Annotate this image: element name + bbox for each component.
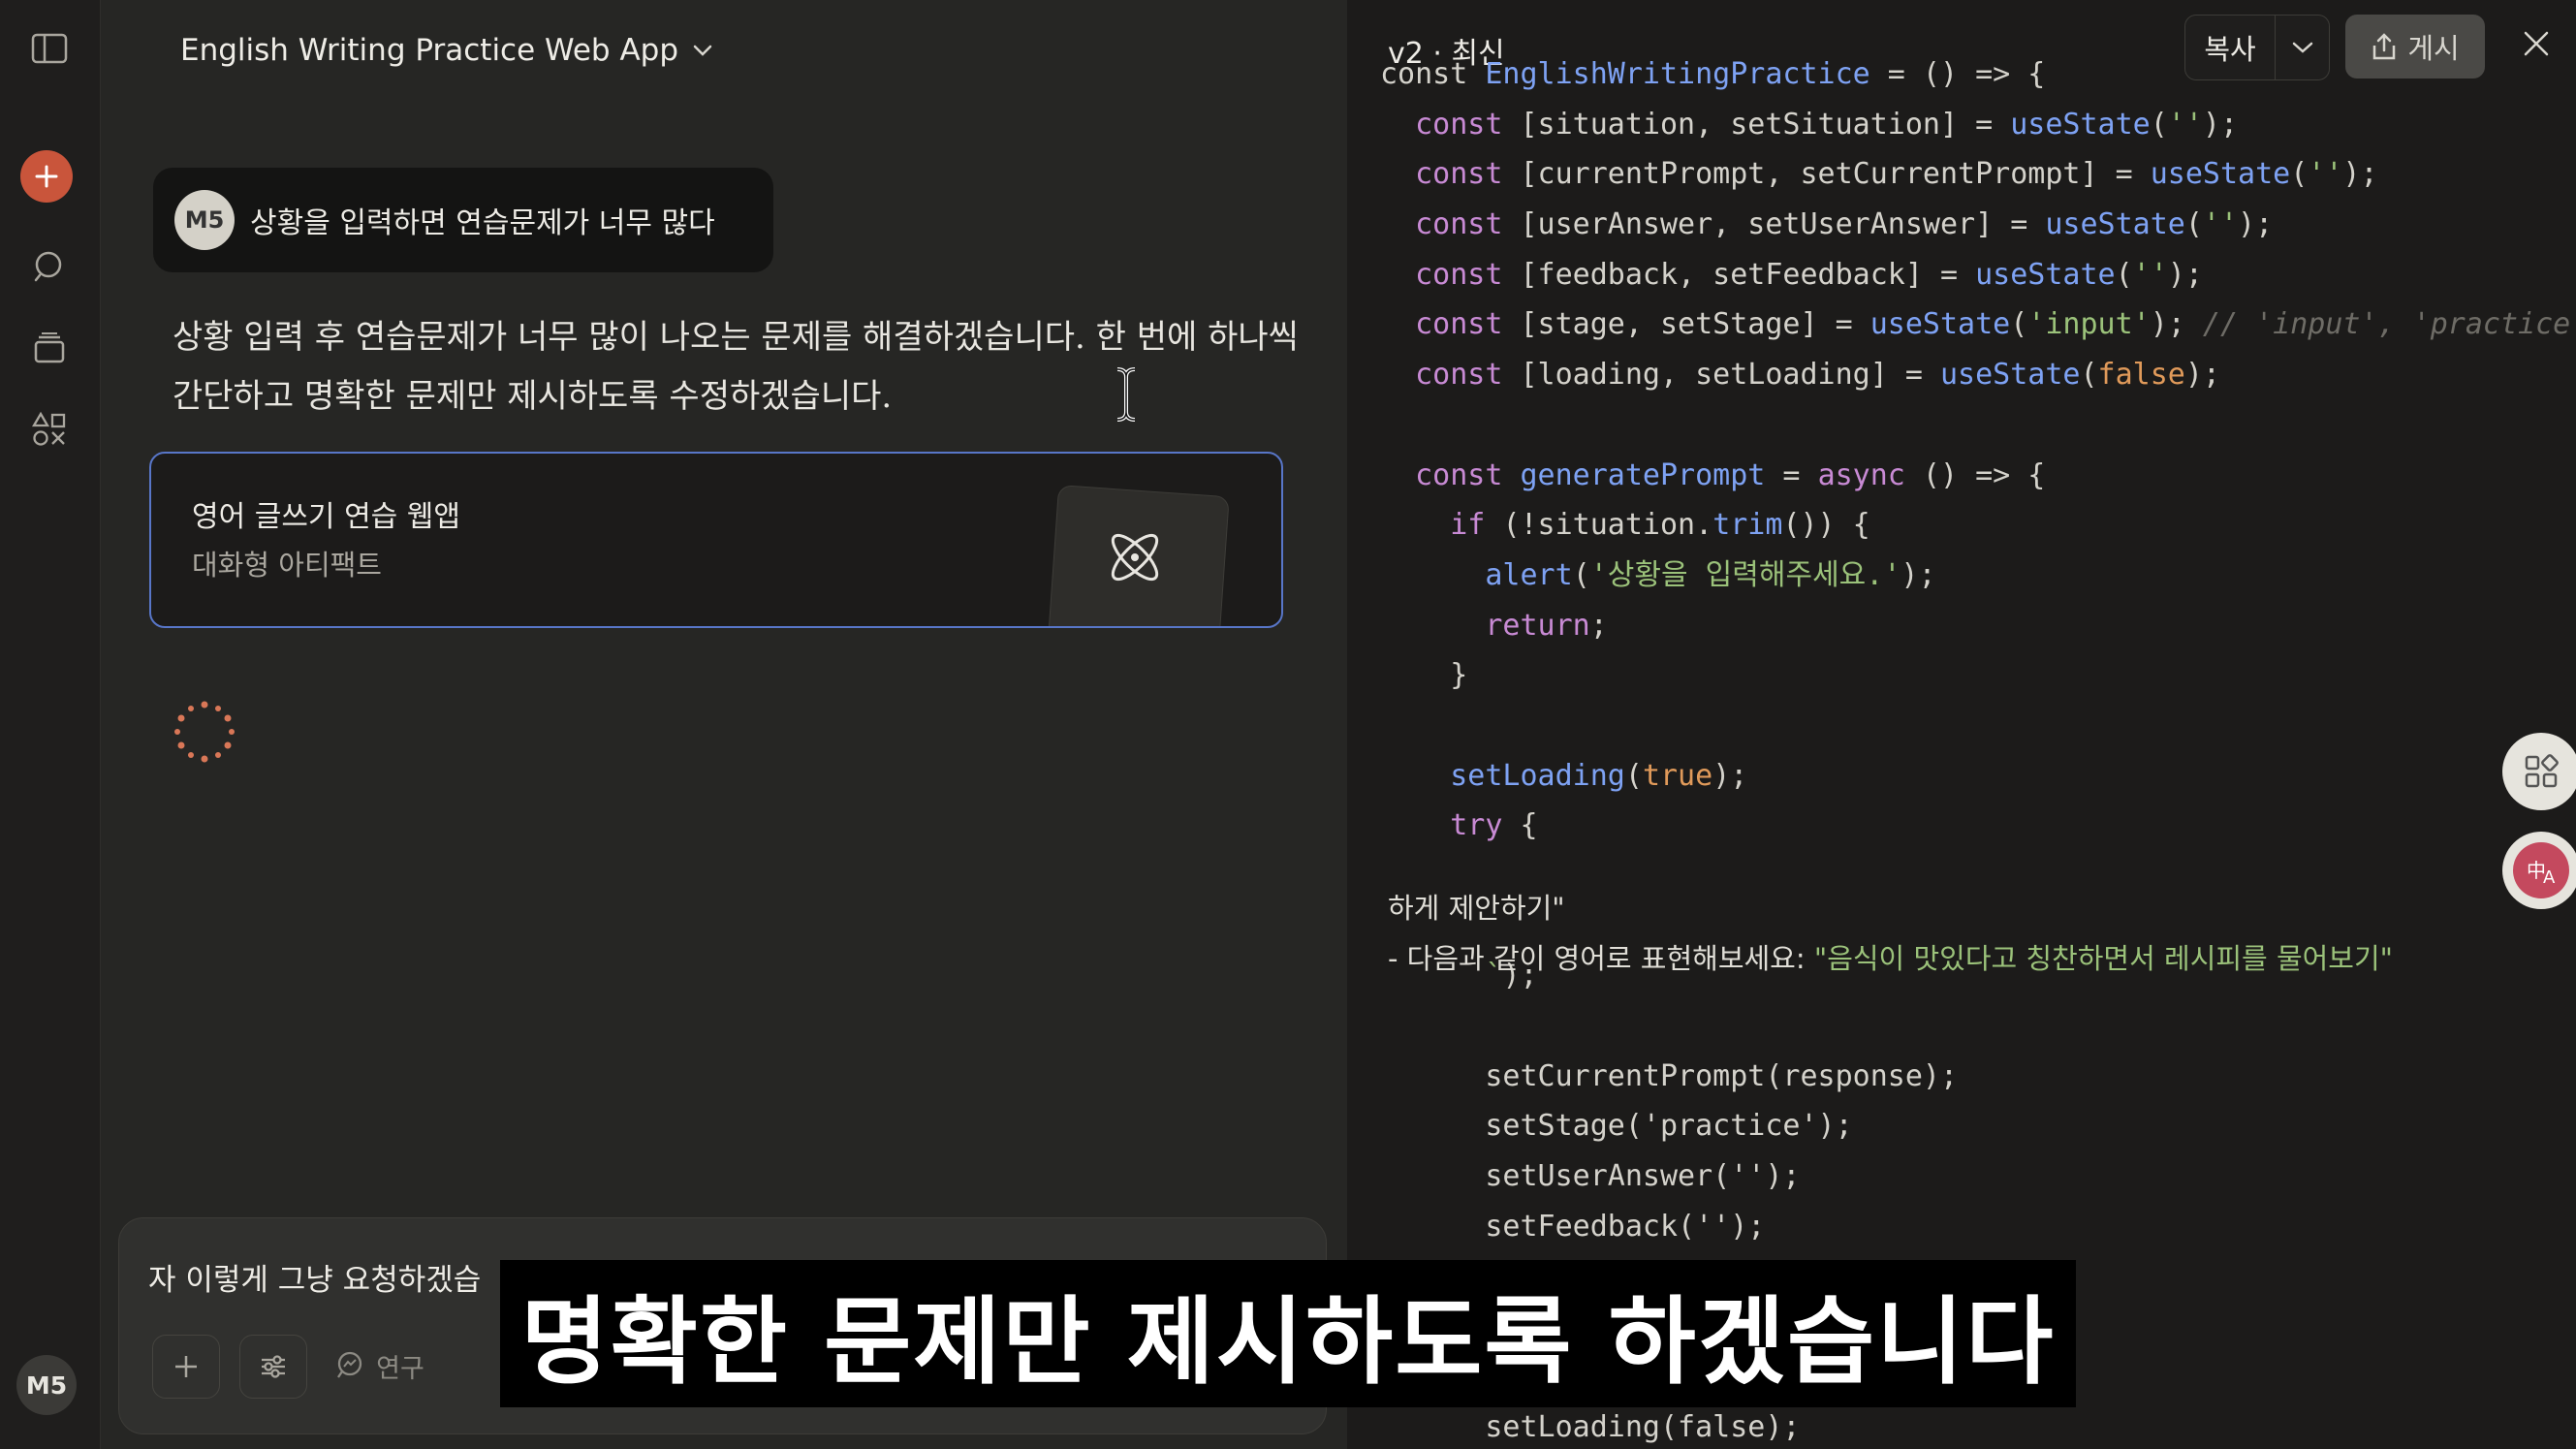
user-message-avatar: M5 bbox=[174, 190, 235, 250]
code-line: } bbox=[1380, 658, 1468, 693]
code-line: const generatePrompt = async () => { bbox=[1380, 457, 2046, 492]
code-overlay-line-2: - 다음과 같이 영어로 표현해보세요: "음식이 맛있다고 칭찬하면서 레시피… bbox=[1388, 936, 2393, 977]
tools-button[interactable] bbox=[239, 1335, 307, 1399]
plus-icon bbox=[173, 1353, 200, 1380]
code-line: const [situation, setSituation] = useSta… bbox=[1380, 107, 2239, 142]
code-viewer[interactable]: const EnglishWritingPractice = () => { c… bbox=[1380, 49, 2576, 1449]
code-overlay-quote: "음식이 맛있다고 칭찬하면서 레시피를 물어보기" bbox=[1813, 942, 2394, 975]
research-icon bbox=[335, 1350, 366, 1381]
user-message-bubble: M5 상황을 입력하면 연습문제가 너무 많다 bbox=[153, 168, 773, 272]
chat-title-menu[interactable]: English Writing Practice Web App bbox=[180, 27, 713, 74]
sliders-icon bbox=[259, 1353, 288, 1380]
projects-icon[interactable] bbox=[27, 326, 72, 370]
research-label: 연구 bbox=[376, 1353, 424, 1384]
composer-input-text[interactable]: 자 이렇게 그냥 요청하겠습 bbox=[148, 1255, 481, 1299]
text-cursor-icon bbox=[1112, 365, 1141, 424]
code-line: setFeedback(''); bbox=[1380, 1209, 1766, 1244]
user-message-text: 상황을 입력하면 연습문제가 너무 많다 bbox=[250, 206, 715, 240]
code-line: const [loading, setLoading] = useState(f… bbox=[1380, 358, 2220, 393]
video-subtitle: 명확한 문제만 제시하도록 하겠습니다 bbox=[500, 1260, 2076, 1407]
chat-title: English Writing Practice Web App bbox=[180, 33, 679, 68]
translate-icon: 中A bbox=[2511, 840, 2571, 900]
code-line: const [userAnswer, setUserAnswer] = useS… bbox=[1380, 207, 2274, 242]
code-line: try { bbox=[1380, 808, 1538, 843]
code-line: alert('상황을 입력해주세요.'); bbox=[1380, 557, 1936, 592]
research-button[interactable]: 연구 bbox=[327, 1335, 433, 1397]
attach-button[interactable] bbox=[152, 1335, 220, 1399]
loading-spinner-icon bbox=[173, 700, 236, 764]
extension-translate-button[interactable]: 中A bbox=[2502, 832, 2576, 909]
code-overlay-prefix: - 다음과 같이 영어로 표현해보세요: bbox=[1388, 942, 1814, 975]
code-line: setCurrentPrompt(response); bbox=[1380, 1058, 1959, 1093]
assistant-response-text: 상황 입력 후 연습문제가 너무 많이 나오는 문제를 해결하겠습니다. 한 번… bbox=[173, 318, 1299, 416]
search-chats-icon[interactable] bbox=[27, 244, 72, 289]
code-line: return; bbox=[1380, 608, 1608, 643]
left-rail: M5 bbox=[0, 0, 101, 1449]
code-line: const [stage, setStage] = useState('inpu… bbox=[1380, 307, 2576, 342]
code-line: setStage('practice'); bbox=[1380, 1109, 1853, 1144]
plus-icon bbox=[34, 164, 59, 189]
chevron-down-icon bbox=[692, 44, 713, 57]
artifact-card-title: 영어 글쓰기 연습 웹앱 bbox=[192, 500, 461, 534]
code-line: if (!situation.trim()) { bbox=[1380, 508, 1870, 543]
code-line: setLoading(true); bbox=[1380, 758, 1748, 793]
code-overlay-line-1: 하게 제안하기" bbox=[1388, 892, 1565, 925]
extension-apps-button[interactable] bbox=[2502, 733, 2576, 810]
chat-pane: English Writing Practice Web App M5 상황을 … bbox=[101, 0, 1346, 1449]
artifact-card-subtitle: 대화형 아티팩트 bbox=[192, 549, 382, 582]
artifact-code-pane: v2 · 최신 복사 게시 const EnglishWritingPracti… bbox=[1347, 0, 2576, 1449]
sidebar-toggle-icon[interactable] bbox=[27, 26, 72, 71]
code-line: const [feedback, setFeedback] = useState… bbox=[1380, 257, 2203, 292]
code-line: setUserAnswer(''); bbox=[1380, 1159, 1801, 1194]
code-line: setLoading(false); bbox=[1380, 1409, 1801, 1444]
code-line: const [currentPrompt, setCurrentPrompt] … bbox=[1380, 157, 2378, 192]
artifacts-icon[interactable] bbox=[27, 407, 72, 452]
user-avatar[interactable]: M5 bbox=[16, 1355, 77, 1415]
react-icon bbox=[1101, 523, 1169, 591]
new-chat-button[interactable] bbox=[20, 150, 73, 203]
code-line: const EnglishWritingPractice = () => { bbox=[1380, 57, 2046, 91]
apps-grid-icon bbox=[2522, 752, 2560, 791]
svg-text:A: A bbox=[2543, 867, 2556, 888]
artifact-card[interactable]: 영어 글쓰기 연습 웹앱 대화형 아티팩트 bbox=[149, 452, 1283, 628]
